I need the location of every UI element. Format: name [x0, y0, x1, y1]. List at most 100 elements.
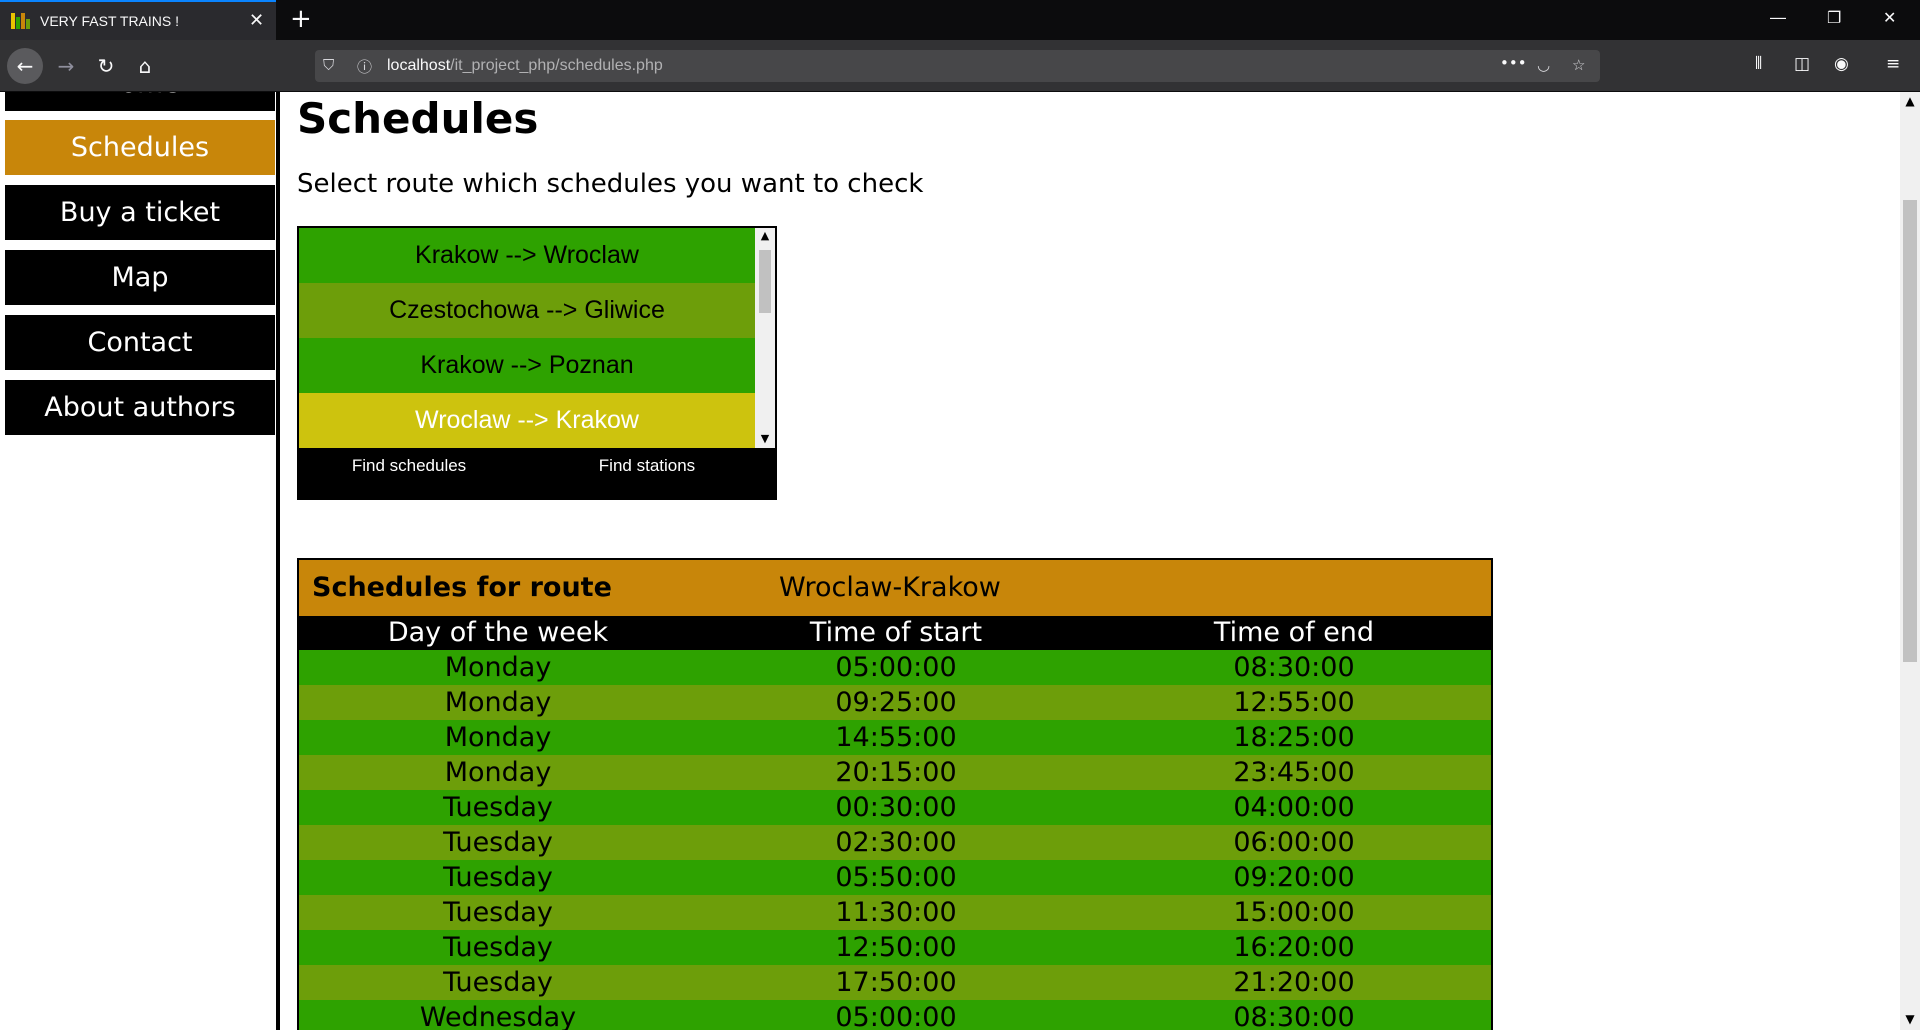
start-cell: 00:30:00: [835, 792, 957, 823]
shield-icon[interactable]: ⛉: [323, 56, 334, 74]
day-cell: Monday: [444, 757, 552, 788]
new-tab-icon[interactable]: +: [290, 4, 312, 34]
schedule-header: Schedules for route Wroclaw-Krakow: [299, 560, 1491, 616]
route-list-scrollbar[interactable]: ▲ ▼: [755, 228, 775, 448]
day-cell: Tuesday: [443, 792, 553, 823]
bookmark-star-icon[interactable]: ☆: [1572, 56, 1585, 74]
end-cell: 16:20:00: [1233, 932, 1355, 963]
page-subtitle: Select route which schedules you want to…: [297, 169, 924, 199]
sidebar-item-home[interactable]: Home: [5, 92, 275, 111]
day-cell: Tuesday: [443, 932, 553, 963]
start-cell: 05:50:00: [835, 862, 957, 893]
table-row: Tuesday 11:30:00 15:00:00: [299, 895, 1491, 930]
end-cell: 23:45:00: [1233, 757, 1355, 788]
day-cell: Tuesday: [443, 862, 553, 893]
sidebar-item-schedules[interactable]: Schedules: [5, 120, 275, 175]
start-cell: 14:55:00: [835, 722, 957, 753]
more-icon[interactable]: •••: [1500, 54, 1527, 72]
table-row: Tuesday 02:30:00 06:00:00: [299, 825, 1491, 860]
day-cell: Monday: [444, 722, 552, 753]
page-scroll-up-icon[interactable]: ▲: [1900, 94, 1920, 108]
train-favicon-icon: [11, 13, 30, 29]
page-scrollbar-thumb[interactable]: [1903, 200, 1917, 662]
pocket-icon[interactable]: ◡: [1537, 56, 1550, 74]
end-cell: 08:30:00: [1233, 652, 1355, 683]
column-header-day: Day of the week: [387, 617, 609, 648]
day-cell: Tuesday: [443, 897, 553, 928]
end-cell: 18:25:00: [1233, 722, 1355, 753]
sidebar-item-map[interactable]: Map: [5, 250, 275, 305]
browser-tab[interactable]: VERY FAST TRAINS ! ✕: [0, 0, 276, 40]
sidebar-item-buy-ticket[interactable]: Buy a ticket: [5, 185, 275, 240]
end-cell: 21:20:00: [1233, 967, 1355, 998]
sidebar-toggle-icon[interactable]: ◫: [1794, 54, 1810, 74]
table-row: Monday 14:55:00 18:25:00: [299, 720, 1491, 755]
route-option[interactable]: Czestochowa --> Gliwice: [299, 283, 755, 338]
hamburger-menu-icon[interactable]: ≡: [1886, 54, 1900, 74]
start-cell: 11:30:00: [835, 897, 957, 928]
sidebar-item-contact[interactable]: Contact: [5, 315, 275, 370]
start-cell: 05:00:00: [835, 652, 957, 683]
scroll-up-icon[interactable]: ▲: [755, 229, 775, 242]
home-button[interactable]: ⌂: [127, 48, 163, 84]
info-icon[interactable]: ⓘ: [357, 56, 372, 77]
start-cell: 05:00:00: [835, 1002, 957, 1030]
table-row: Wednesday 05:00:00 08:30:00: [299, 1000, 1491, 1030]
page-scrollbar[interactable]: ▲ ▼: [1900, 92, 1920, 1030]
schedule-column-headers: Day of the week Time of start Time of en…: [299, 616, 1491, 650]
table-row: Tuesday 05:50:00 09:20:00: [299, 860, 1491, 895]
library-icon[interactable]: ⫴: [1755, 54, 1762, 74]
day-cell: Monday: [444, 687, 552, 718]
browser-tab-bar: VERY FAST TRAINS ! ✕ + ― ❐ ✕: [0, 0, 1920, 40]
end-cell: 09:20:00: [1233, 862, 1355, 893]
url-host: localhost: [387, 57, 451, 74]
forward-button[interactable]: →: [48, 48, 84, 84]
end-cell: 12:55:00: [1233, 687, 1355, 718]
schedule-label: Schedules for route: [312, 572, 612, 603]
browser-nav-bar: ← → ↻ ⌂ ⛉ ⓘ localhost/it_project_php/sch…: [0, 40, 1920, 92]
end-cell: 08:30:00: [1233, 1002, 1355, 1030]
start-cell: 17:50:00: [835, 967, 957, 998]
scroll-down-icon[interactable]: ▼: [755, 432, 775, 445]
route-option-selected[interactable]: Wroclaw --> Krakow: [299, 393, 755, 448]
arrow-right-icon: →: [57, 54, 75, 78]
sidebar: Home Schedules Buy a ticket Map Contact …: [0, 92, 280, 1030]
reload-icon: ↻: [97, 54, 115, 78]
schedule-route: Wroclaw-Krakow: [779, 572, 1001, 603]
minimize-icon[interactable]: ―: [1770, 8, 1786, 27]
url-text[interactable]: localhost/it_project_php/schedules.php: [387, 57, 663, 75]
sidebar-item-about-authors[interactable]: About authors: [5, 380, 275, 435]
route-option[interactable]: Krakow --> Poznan: [299, 338, 755, 393]
column-header-end: Time of end: [1213, 617, 1375, 648]
scrollbar-thumb[interactable]: [759, 250, 771, 313]
route-option[interactable]: Krakow --> Wroclaw: [299, 228, 755, 283]
end-cell: 15:00:00: [1233, 897, 1355, 928]
url-path: /it_project_php/schedules.php: [450, 57, 663, 74]
table-row: Monday 09:25:00 12:55:00: [299, 685, 1491, 720]
back-button[interactable]: ←: [7, 48, 43, 84]
tab-close-icon[interactable]: ✕: [249, 10, 264, 31]
start-cell: 09:25:00: [835, 687, 957, 718]
window-close-icon[interactable]: ✕: [1883, 8, 1896, 27]
day-cell: Tuesday: [443, 827, 553, 858]
url-bar[interactable]: ⛉ ⓘ localhost/it_project_php/schedules.p…: [315, 50, 1600, 82]
find-schedules-button[interactable]: Find schedules: [319, 456, 499, 476]
start-cell: 12:50:00: [835, 932, 957, 963]
restore-icon[interactable]: ❐: [1827, 8, 1841, 27]
table-row: Monday 05:00:00 08:30:00: [299, 650, 1491, 685]
column-header-start: Time of start: [809, 617, 983, 648]
day-cell: Monday: [444, 652, 552, 683]
arrow-left-icon: ←: [16, 54, 34, 78]
page-scroll-down-icon[interactable]: ▼: [1900, 1012, 1920, 1026]
day-cell: Wednesday: [419, 1002, 577, 1030]
page-viewport: Home Schedules Buy a ticket Map Contact …: [0, 92, 1920, 1030]
find-stations-button[interactable]: Find stations: [557, 456, 737, 476]
start-cell: 20:15:00: [835, 757, 957, 788]
table-row: Tuesday 17:50:00 21:20:00: [299, 965, 1491, 1000]
account-icon[interactable]: ◉: [1834, 54, 1849, 74]
end-cell: 04:00:00: [1233, 792, 1355, 823]
schedule-table: Schedules for route Wroclaw-Krakow Day o…: [297, 558, 1493, 1030]
reload-button[interactable]: ↻: [88, 48, 124, 84]
route-select-form: Krakow --> Wroclaw Czestochowa --> Gliwi…: [297, 226, 777, 500]
end-cell: 06:00:00: [1233, 827, 1355, 858]
